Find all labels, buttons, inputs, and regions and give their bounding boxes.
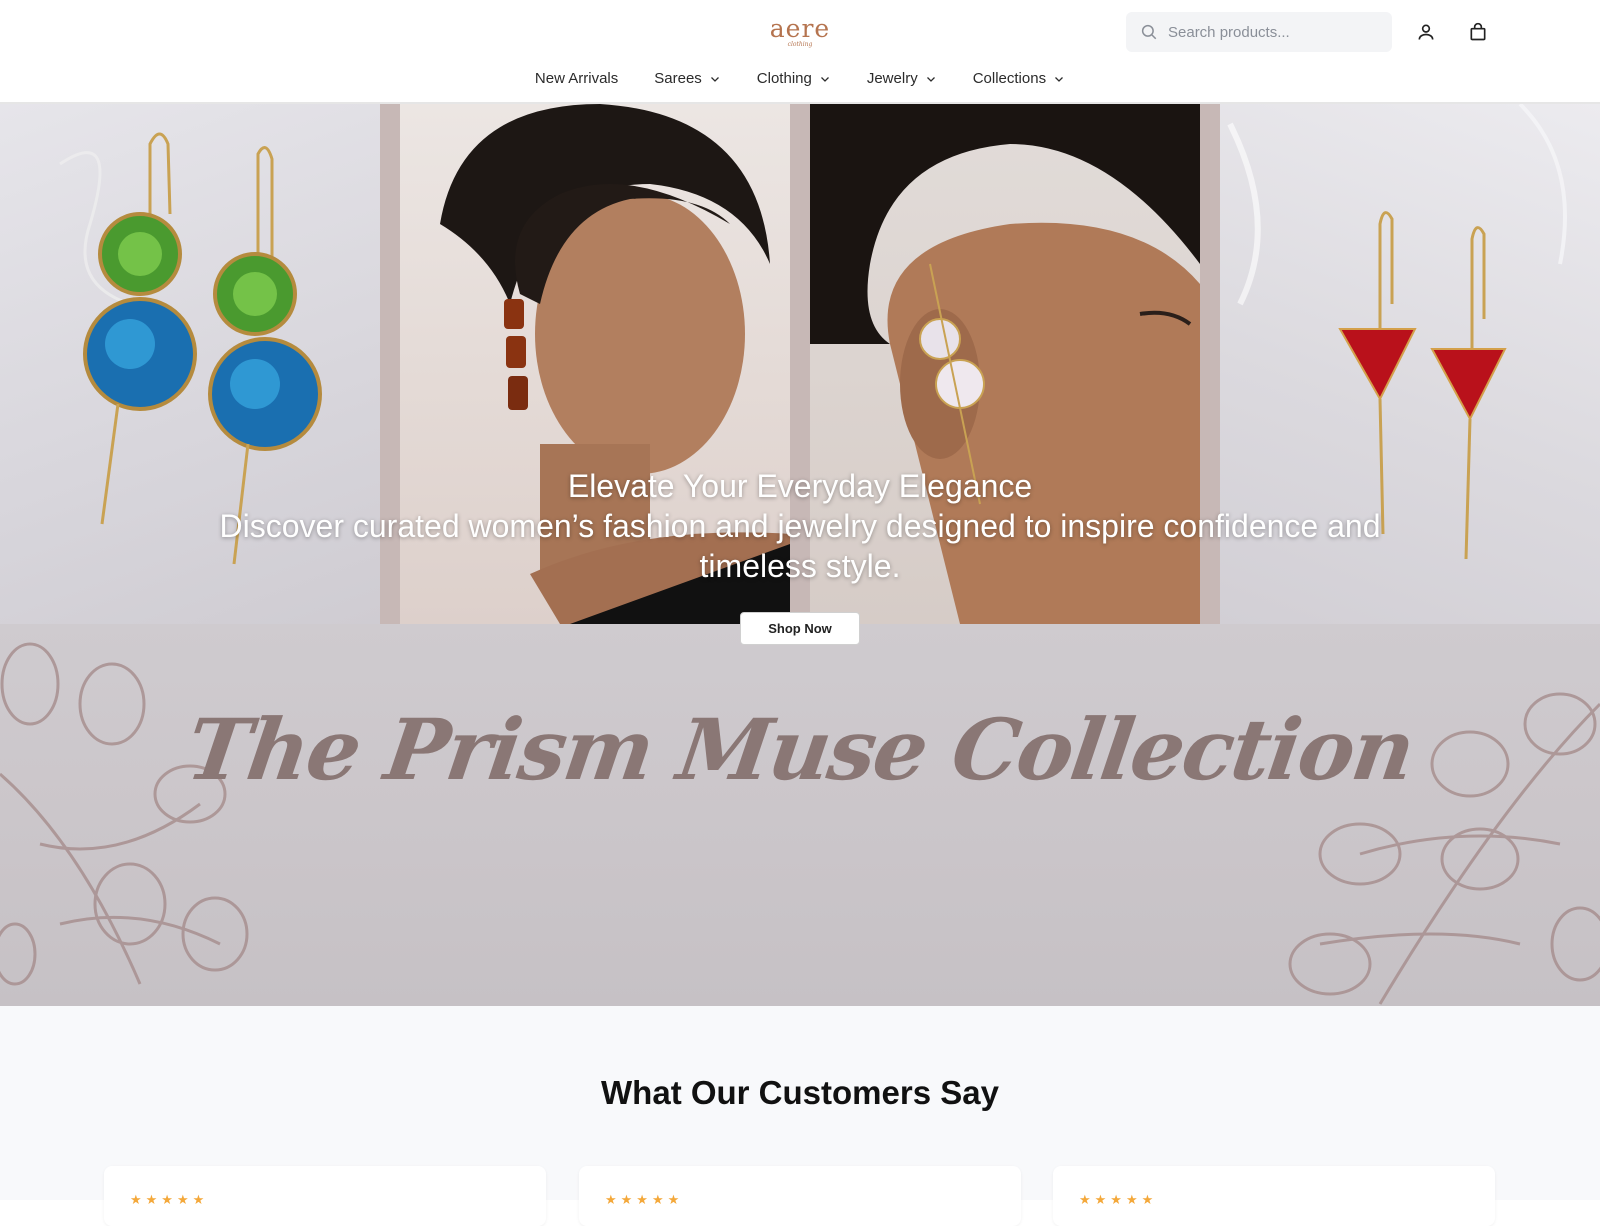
search-input[interactable] — [1168, 23, 1378, 41]
brand-logo[interactable]: aere clothing — [760, 16, 840, 52]
nav-item-label: Collections — [972, 70, 1047, 87]
search-icon — [1141, 24, 1157, 40]
chevron-down-icon — [710, 76, 719, 82]
hero-title: Elevate Your Everyday Elegance — [567, 468, 1033, 504]
testimonial-card: ★★★★★ — [579, 1166, 1021, 1226]
cart-button[interactable] — [1466, 20, 1490, 44]
star-rating: ★★★★★ — [130, 1192, 209, 1207]
chevron-down-icon — [926, 76, 935, 82]
nav-item-clothing[interactable]: Clothing — [757, 70, 831, 87]
nav-item-sarees[interactable]: Sarees — [654, 70, 721, 87]
nav-item-jewelry[interactable]: Jewelry — [867, 70, 937, 87]
shopping-bag-icon — [1470, 22, 1486, 41]
chevron-down-icon — [820, 76, 829, 82]
shop-now-button[interactable]: Shop Now — [740, 612, 860, 645]
nav-item-label: New Arrivals — [534, 70, 619, 87]
nav-item-label: Jewelry — [866, 70, 918, 87]
hero-subtitle: Discover curated women’s fashion and jew… — [219, 508, 1381, 584]
nav-item-new-arrivals[interactable]: New Arrivals — [535, 70, 618, 87]
logo-wordmark: aere — [769, 14, 831, 43]
hero-text-block: Elevate Your Everyday Elegance Discover … — [0, 466, 1600, 586]
search-box — [1126, 12, 1392, 52]
testimonial-card: ★★★★★ — [104, 1166, 546, 1226]
account-button[interactable] — [1414, 20, 1438, 44]
floral-decoration — [0, 642, 1600, 1005]
testimonials-section: What Our Customers Say ★★★★★ ★★★★★ ★★★★★ — [0, 1006, 1600, 1226]
chevron-down-icon — [1055, 76, 1064, 82]
nav-item-label: Sarees — [654, 70, 702, 87]
testimonial-card: ★★★★★ — [1053, 1166, 1495, 1226]
collection-banner: The Prism Muse Collection — [0, 624, 1600, 1006]
main-nav: New Arrivals Sarees Clothing Jewelry Col… — [0, 70, 1600, 87]
nav-item-label: Clothing — [756, 70, 812, 87]
star-rating: ★★★★★ — [605, 1192, 684, 1207]
nav-item-collections[interactable]: Collections — [973, 70, 1065, 87]
star-rating: ★★★★★ — [1079, 1192, 1158, 1207]
testimonials-heading: What Our Customers Say — [601, 1074, 999, 1111]
collection-title: The Prism Muse Collection — [180, 700, 1420, 799]
user-icon — [1418, 24, 1434, 40]
site-header: aere clothing New Arrivals Sarees Clothi… — [0, 0, 1600, 104]
